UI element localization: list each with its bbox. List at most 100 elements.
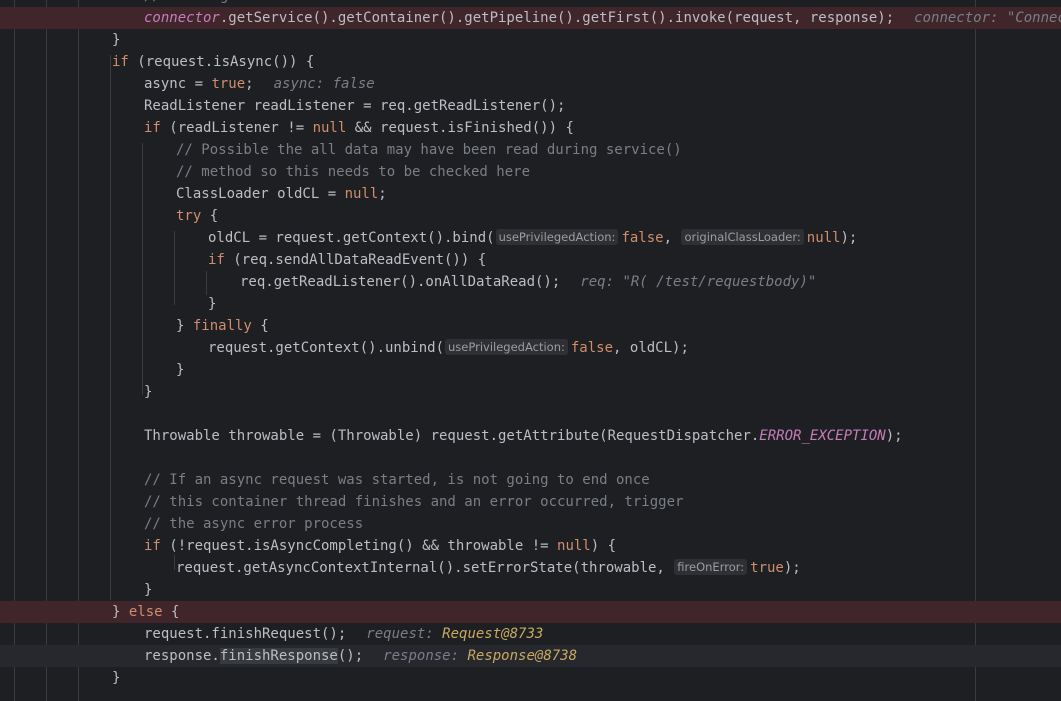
code-line[interactable]: // method so this needs to be checked he… [0,161,1061,183]
code-token: (!request.isAsyncCompleting() && throwab… [160,538,558,554]
keyword: else [128,604,163,620]
line-code: connector.getService().getContainer().ge… [144,7,1061,29]
code-line[interactable]: try { [0,205,1061,227]
code-line[interactable]: async = true; async: false [0,73,1061,95]
line-code: oldCL = request.getContext().bind(usePri… [208,227,857,249]
comment: // the async error process [144,516,364,532]
current-line[interactable]: response.finishResponse(); response: Resp… [0,645,1061,667]
code-token: ); [783,560,801,576]
code-line[interactable]: } finally { [0,315,1061,337]
line-code: // the async error process [144,513,363,535]
code-line[interactable]: request.getAsyncContextInternal().setErr… [0,557,1061,579]
highlighted-identifier: finishResponse [219,648,338,664]
keyword: if [144,538,161,554]
code-line[interactable]: } [0,293,1061,315]
indent-guide [142,143,143,395]
code-token: { [251,318,269,334]
code-token: (); [337,648,364,664]
code-token: ; [378,186,387,202]
indent-guide [110,55,111,600]
indent-guide [174,555,175,570]
code-line[interactable]: req.getReadListener().onAllDataRead(); re… [0,271,1061,293]
code-line[interactable]: // this container thread finishes and an… [0,491,1061,513]
comment: // this container thread finishes and an… [144,494,684,510]
code-token: { [201,208,219,224]
code-token: { [162,604,180,620]
code-line[interactable]: } [0,381,1061,403]
code-line[interactable] [0,403,1061,425]
keyword: null [557,538,591,554]
code-token: , oldCL); [613,340,689,356]
line-code: if (readListener != null && request.isFi… [144,117,574,139]
line-code: response.finishResponse(); response: Resp… [144,645,577,667]
code-line[interactable]: request.finishRequest(); request: Request… [0,623,1061,645]
line-code: } finally { [176,315,269,337]
code-token: } [144,582,153,598]
code-token: } [176,362,185,378]
line-code: if (req.sendAllDataReadEvent()) { [208,249,486,271]
line-code: request.finishRequest(); request: Request… [144,623,543,645]
debug-value: connector: "Connector[" [914,10,1061,26]
code-line[interactable]: if (readListener != null && request.isFi… [0,117,1061,139]
keyword: null [312,120,347,136]
code-token: request.finishRequest(); [144,626,347,642]
breakpoint-line[interactable]: } else { [0,601,1061,623]
line-code: // method so this needs to be checked he… [176,161,530,183]
keyword: if [112,54,129,70]
parameter-hint: originalClassLoader: [681,229,804,245]
line-code: Throwable throwable = (Throwable) reques… [144,425,903,447]
code-token: && request.isFinished()) { [346,120,574,136]
code-line[interactable]: ClassLoader oldCL = null; [0,183,1061,205]
code-line[interactable]: } [0,579,1061,601]
code-line[interactable]: // the async error process [0,513,1061,535]
code-editor[interactable]: // calling the container connector.getSer… [0,0,1061,701]
code-token: request.getAsyncContextInternal().setErr… [176,560,674,576]
comment: // method so this needs to be checked he… [176,164,531,180]
code-token: (readListener != [160,120,313,136]
code-line[interactable]: if (req.sendAllDataReadEvent()) { [0,249,1061,271]
code-line[interactable]: // calling the container [0,0,1061,7]
line-code: } [208,293,216,315]
code-line[interactable]: // If an async request was started, is n… [0,469,1061,491]
code-token: ); [840,230,858,246]
code-line[interactable]: request.getContext().unbind(usePrivilege… [0,337,1061,359]
parameter-hint: fireOnError: [674,559,748,575]
keyword: null [344,186,379,202]
line-code: } [112,667,120,689]
code-line[interactable]: // Possible the all data may have been r… [0,139,1061,161]
code-line[interactable]: if (!request.isAsyncCompleting() && thro… [0,535,1061,557]
keyword: if [208,252,225,268]
code-token: } [112,32,121,48]
code-line[interactable]: Throwable throwable = (Throwable) reques… [0,425,1061,447]
static-field: ERROR_EXCEPTION [759,428,886,444]
line-code: // If an async request was started, is n… [144,469,650,491]
code-line[interactable]: } [0,29,1061,51]
code-token: req.getReadListener().onAllDataRead(); [240,274,561,290]
code-line[interactable]: ReadListener readListener = req.getReadL… [0,95,1061,117]
code-token: ) { [590,538,617,554]
code-line[interactable]: } [0,359,1061,381]
keyword: null [806,230,841,246]
code-token: (request.isAsync()) { [128,54,315,70]
line-code: } [176,359,184,381]
line-code: } [144,381,152,403]
code-line[interactable]: } [0,667,1061,689]
keyword: false [621,230,664,246]
code-token: ClassLoader oldCL = [176,186,345,202]
line-code: ReadListener readListener = req.getReadL… [144,95,565,117]
parameter-hint: usePrivilegedAction: [445,339,568,355]
keyword: false [570,340,614,356]
code-line[interactable] [0,447,1061,469]
code-line[interactable]: oldCL = request.getContext().bind(usePri… [0,227,1061,249]
code-token: ; [245,76,254,92]
indent-guide [174,231,175,305]
code-token: async = [144,76,212,92]
code-line[interactable]: if (request.isAsync()) { [0,51,1061,73]
line-code: } [112,29,120,51]
line-code: if (!request.isAsyncCompleting() && thro… [144,535,616,557]
breakpoint-line[interactable]: connector.getService().getContainer().ge… [0,7,1061,29]
line-code: try { [176,205,218,227]
code-token: } [112,670,121,686]
indent-guide [206,271,207,295]
code-token: response. [144,648,220,664]
